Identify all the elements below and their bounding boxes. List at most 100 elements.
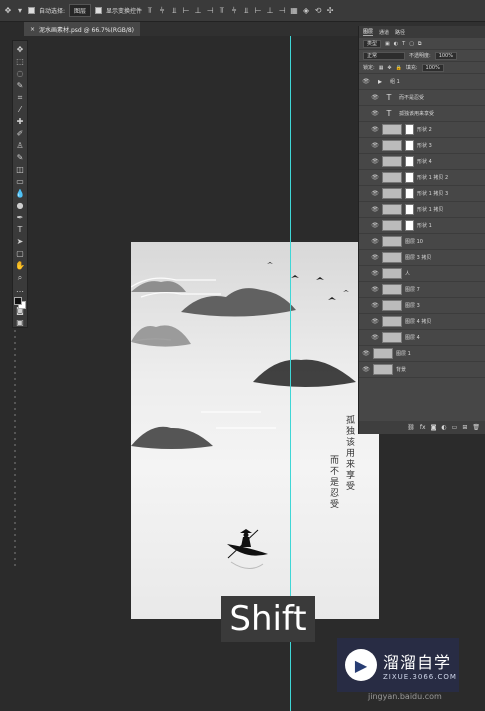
align-top-icon[interactable]: ⫪ [146, 6, 154, 16]
layer-filter-dropdown[interactable]: 类型 [363, 39, 382, 48]
align-right-icon[interactable]: ⊣ [206, 6, 214, 15]
filter-shape-icon[interactable]: ▢ [409, 41, 414, 47]
brush-icon[interactable]: ✐ [15, 129, 25, 138]
distribute-right-icon[interactable]: ⊣ [278, 6, 286, 15]
folder-icon[interactable]: ▸ [373, 77, 387, 86]
move-icon[interactable]: ✥ [15, 45, 25, 54]
filter-adjust-icon[interactable]: ◐ [394, 41, 398, 47]
dodge-icon[interactable]: ● [15, 201, 25, 210]
trash-icon[interactable]: 🗑 [472, 424, 480, 431]
distribute-bottom-icon[interactable]: ⫫ [242, 6, 250, 16]
layer-row[interactable]: 👁 T 孤独该用来享受 [359, 106, 485, 122]
visibility-eye-icon[interactable]: 👁 [371, 222, 379, 229]
visibility-eye-icon[interactable]: 👁 [371, 174, 379, 181]
visibility-eye-icon[interactable]: 👁 [371, 302, 379, 309]
visibility-eye-icon[interactable]: 👁 [371, 142, 379, 149]
auto-select-checkbox[interactable] [28, 7, 35, 14]
layer-row[interactable]: 👁 形状 1 [359, 218, 485, 234]
layer-row[interactable]: 👁 图层 3 [359, 298, 485, 314]
distribute-vcenter-icon[interactable]: ⫩ [230, 6, 238, 16]
visibility-eye-icon[interactable]: 👁 [371, 334, 379, 341]
tab-paths[interactable]: 路径 [395, 29, 405, 36]
auto-align-icon[interactable]: ▦ [290, 6, 298, 15]
align-left-icon[interactable]: ⊢ [182, 6, 190, 15]
mask-icon[interactable]: ◙ [431, 424, 437, 431]
opacity-input[interactable]: 100% [434, 51, 457, 60]
layer-row[interactable]: 👁 图层 4 [359, 330, 485, 346]
fx-icon[interactable]: fx [420, 424, 426, 431]
layer-row[interactable]: 👁 ▸ 组 1 [359, 74, 485, 90]
foreground-color-swatch[interactable] [14, 297, 22, 305]
blend-mode-dropdown[interactable]: 正常 [363, 51, 405, 60]
clone-stamp-icon[interactable]: ♙ [15, 141, 25, 150]
fill-input[interactable]: 100% [421, 63, 444, 72]
filter-type-icon[interactable]: T [402, 41, 405, 47]
visibility-eye-icon[interactable]: 👁 [371, 286, 379, 293]
filter-pixel-icon[interactable]: ▣ [385, 41, 390, 47]
visibility-eye-icon[interactable]: 👁 [371, 318, 379, 325]
lock-position-icon[interactable]: ✥ [387, 65, 391, 71]
hand-icon[interactable]: ✋ [15, 261, 25, 270]
layer-row[interactable]: 👁 图层 1 [359, 346, 485, 362]
visibility-eye-icon[interactable]: 👁 [371, 238, 379, 245]
layer-row[interactable]: 👁 形状 3 [359, 138, 485, 154]
visibility-eye-icon[interactable]: 👁 [371, 270, 379, 277]
layer-row[interactable]: 👁 图层 4 拷贝 [359, 314, 485, 330]
tab-layers[interactable]: 图层 [363, 28, 374, 36]
lasso-icon[interactable]: ◌ [15, 69, 25, 78]
visibility-eye-icon[interactable]: 👁 [371, 110, 379, 117]
visibility-eye-icon[interactable]: 👁 [371, 158, 379, 165]
canvas-document[interactable]: 孤独该用来享受 而不是忍受 [131, 242, 379, 619]
layer-row[interactable]: 👁 图层 10 [359, 234, 485, 250]
visibility-eye-icon[interactable]: 👁 [371, 94, 379, 101]
quick-select-icon[interactable]: ✎ [15, 81, 25, 90]
document-tab[interactable]: × 泥水画素材.psd @ 66.7%(RGB/8) [24, 22, 141, 36]
distribute-hcenter-icon[interactable]: ⊥ [266, 6, 274, 15]
eraser-icon[interactable]: ◫ [15, 165, 25, 174]
color-swatches[interactable] [14, 297, 26, 309]
3d-rotate-icon[interactable]: ⟲ [314, 6, 322, 15]
type-icon[interactable]: T [15, 225, 25, 234]
visibility-eye-icon[interactable]: 👁 [371, 206, 379, 213]
blur-icon[interactable]: 💧 [15, 189, 25, 198]
eyedropper-icon[interactable]: ⁄ [15, 105, 25, 114]
chevron-down-icon[interactable]: ▾ [16, 6, 24, 15]
layer-row[interactable]: 👁 图层 3 拷贝 [359, 250, 485, 266]
align-hcenter-icon[interactable]: ⊥ [194, 6, 202, 15]
shape-icon[interactable]: ▢ [15, 249, 25, 258]
layer-row[interactable]: 👁 背景 [359, 362, 485, 378]
layer-row[interactable]: 👁 形状 1 拷贝 [359, 202, 485, 218]
3d-mode-icon[interactable]: ◈ [302, 6, 310, 15]
move-tool-icon[interactable]: ✥ [4, 6, 12, 15]
pen-icon[interactable]: ✒ [15, 213, 25, 222]
layer-row[interactable]: 👁 形状 1 拷贝 2 [359, 170, 485, 186]
more-tools-icon[interactable]: … [15, 285, 25, 294]
folder-icon[interactable]: ▭ [452, 424, 458, 431]
lock-all-icon[interactable]: 🔒 [396, 65, 402, 71]
layer-row[interactable]: 👁 形状 1 拷贝 3 [359, 186, 485, 202]
zoom-icon[interactable]: ⌕ [15, 273, 25, 282]
lock-pixels-icon[interactable]: ▦ [379, 65, 384, 71]
marquee-icon[interactable]: ⬚ [15, 57, 25, 66]
adjust-icon[interactable]: ◐ [441, 424, 446, 431]
align-vcenter-icon[interactable]: ⫩ [158, 6, 166, 16]
visibility-eye-icon[interactable]: 👁 [371, 126, 379, 133]
filter-smart-icon[interactable]: ⧉ [418, 41, 422, 47]
distribute-top-icon[interactable]: ⫪ [218, 6, 226, 16]
healing-brush-icon[interactable]: ✚ [15, 117, 25, 126]
crop-icon[interactable]: ⌗ [15, 93, 25, 102]
history-brush-icon[interactable]: ✎ [15, 153, 25, 162]
path-select-icon[interactable]: ➤ [15, 237, 25, 246]
layer-row[interactable]: 👁 人 [359, 266, 485, 282]
close-icon[interactable]: × [30, 26, 35, 33]
visibility-eye-icon[interactable]: 👁 [362, 350, 370, 357]
tab-channels[interactable]: 通道 [379, 29, 389, 36]
screen-mode-icon[interactable]: ▣ [15, 318, 25, 327]
visibility-eye-icon[interactable]: 👁 [371, 190, 379, 197]
link-icon[interactable]: ⛓ [407, 424, 415, 431]
auto-select-dropdown[interactable]: 图层 [69, 4, 92, 17]
layer-row[interactable]: 👁 形状 2 [359, 122, 485, 138]
layer-row[interactable]: 👁 形状 4 [359, 154, 485, 170]
gradient-icon[interactable]: ▭ [15, 177, 25, 186]
visibility-eye-icon[interactable]: 👁 [362, 78, 370, 85]
